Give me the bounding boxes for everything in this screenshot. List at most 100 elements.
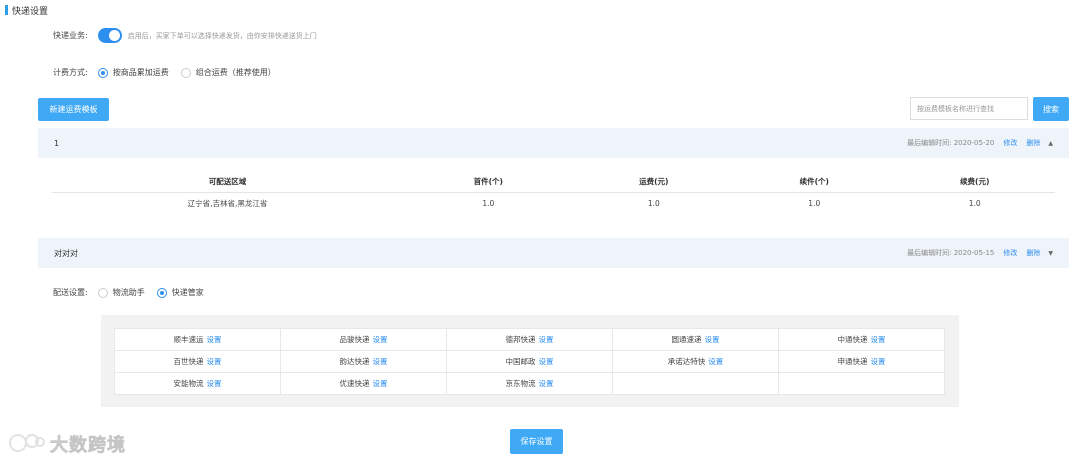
edit-template-link[interactable]: 修改 [1003,248,1017,258]
template-search-input[interactable]: 按运费模板名称进行查找 [910,97,1028,120]
carrier-set-link[interactable]: 设置 [207,379,222,388]
carrier-row: 百世快递 设置 韵达快递 设置 中国邮政 设置 承诺达特快 设置 申通快递 设置 [114,350,945,373]
carrier-set-link[interactable]: 设置 [539,335,554,344]
table-cell: 1.0 [647,198,660,208]
carrier-name: 优速快递 [339,379,370,388]
carrier-cell-empty [778,372,945,395]
carrier-set-link[interactable]: 设置 [539,357,554,366]
carrier-set-link[interactable]: 设置 [871,357,886,366]
template-header-2[interactable]: 对对对 最后编辑时间: 2020-05-15 修改 删除 ▼ [38,238,1069,268]
column-header: 可配送区域 [52,172,404,193]
carrier-set-link[interactable]: 设置 [373,357,388,366]
billing-method-row: 计费方式: 按商品累加运费 组合运费（推荐使用） [53,67,288,78]
carrier-cell: 优速快递 设置 [280,372,447,395]
carrier-cell: 中通快递 设置 [778,328,945,351]
express-service-toggle[interactable] [97,28,122,43]
template-edited-time: 最后编辑时间: 2020-05-20 [907,139,995,147]
rate-table-header: 可配送区域 首件(个) 运费(元) 续件(个) 续费(元) [52,172,1055,193]
template-header-1[interactable]: 1 最后编辑时间: 2020-05-20 修改 删除 ▲ [38,128,1069,158]
delete-template-link[interactable]: 删除 [1026,248,1040,258]
title-accent-bar [5,5,8,15]
carrier-cell: 百世快递 设置 [114,350,281,373]
carrier-row: 安能物流 设置 优速快递 设置 京东物流 设置 [114,372,945,395]
toggle-knob [108,30,120,41]
table-cell: 1.0 [482,198,495,208]
delivery-option-logistics-assistant-label: 物流助手 [112,288,145,297]
carrier-cell-empty [612,372,779,395]
delivery-option-express-manager-label: 快递管家 [171,288,204,297]
edit-template-link[interactable]: 修改 [1003,138,1017,148]
express-service-hint: 启用后，买家下单可以选择快递发货，由你安排快递送货上门 [127,31,317,40]
watermark: 大数跨境 [8,431,126,457]
carrier-cell: 顺丰速运 设置 [114,328,281,351]
search-button[interactable]: 搜索 [1033,97,1069,121]
rate-table: 可配送区域 首件(个) 运费(元) 续件(个) 续费(元) 辽宁省,吉林省,黑龙… [52,172,1055,214]
carrier-set-link[interactable]: 设置 [207,335,222,344]
carrier-name: 承诺达特快 [667,357,706,366]
billing-option-cumulative[interactable]: 按商品累加运费 [97,67,169,78]
carrier-name: 申通快递 [837,357,868,366]
carrier-set-link[interactable]: 设置 [373,379,388,388]
column-header: 续费(元) [894,172,1055,193]
billing-option-combined[interactable]: 组合运费（推荐使用） [180,67,276,78]
billing-option-combined-label: 组合运费（推荐使用） [195,68,276,77]
table-cell: 1.0 [808,198,821,208]
chevron-up-icon[interactable]: ▲ [1048,140,1053,147]
carrier-cell: 申通快递 设置 [778,350,945,373]
template-edited-time: 最后编辑时间: 2020-05-15 [907,249,995,257]
carrier-cell: 京东物流 设置 [446,372,613,395]
carrier-cell: 中国邮政 设置 [446,350,613,373]
radio-icon[interactable] [156,287,167,298]
column-header: 续件(个) [734,172,895,193]
chevron-down-icon[interactable]: ▼ [1048,250,1053,257]
carrier-name: 顺丰速运 [173,335,204,344]
table-cell: 辽宁省,吉林省,黑龙江省 [187,198,268,208]
carrier-name: 品骏快递 [339,335,370,344]
column-header: 运费(元) [573,172,735,193]
carrier-name: 京东物流 [505,379,536,388]
carrier-name: 百世快递 [173,357,204,366]
carrier-name: 中国邮政 [505,357,536,366]
carrier-set-link[interactable]: 设置 [708,357,723,366]
carrier-cell: 安能物流 设置 [114,372,281,395]
template-meta: 最后编辑时间: 2020-05-20 修改 删除 ▲ [907,128,1053,158]
table-cell: 1.0 [968,198,981,208]
carrier-set-link[interactable]: 设置 [539,379,554,388]
column-header: 首件(个) [403,172,574,193]
page-title: 快递设置 [5,4,49,17]
carrier-cell: 圆通速递 设置 [612,328,779,351]
carrier-cell: 德邦快递 设置 [446,328,613,351]
save-settings-button[interactable]: 保存设置 [510,429,563,454]
radio-icon[interactable] [97,67,108,78]
carrier-row: 顺丰速运 设置 品骏快递 设置 德邦快递 设置 圆通速递 设置 中通快递 设置 [114,328,945,351]
delivery-setting-row: 配送设置: 物流助手 快递管家 [53,287,216,298]
express-service-row: 快递业务: 启用后，买家下单可以选择快递发货，由你安排快递送货上门 [53,28,317,43]
carrier-cell: 品骏快递 设置 [280,328,447,351]
billing-option-cumulative-label: 按商品累加运费 [112,68,169,77]
carrier-name: 圆通速递 [671,335,702,344]
carrier-name: 德邦快递 [505,335,536,344]
delivery-option-logistics-assistant[interactable]: 物流助手 [97,287,145,298]
carrier-name: 韵达快递 [339,357,370,366]
page-title-text: 快递设置 [12,6,49,17]
carrier-set-link[interactable]: 设置 [373,335,388,344]
carrier-cell: 承诺达特快 设置 [612,350,779,373]
delivery-option-express-manager[interactable]: 快递管家 [156,287,204,298]
radio-icon[interactable] [97,287,108,298]
watermark-logo-icon [9,434,45,452]
new-template-button[interactable]: 新建运费模板 [38,98,109,121]
carrier-name: 安能物流 [173,379,204,388]
express-service-label: 快递业务: [53,31,88,40]
carrier-panel: 顺丰速运 设置 品骏快递 设置 德邦快递 设置 圆通速递 设置 中通快递 设置 百世快递设… [101,315,959,407]
radio-icon[interactable] [180,67,191,78]
template-meta: 最后编辑时间: 2020-05-15 修改 删除 ▼ [907,238,1053,268]
carrier-set-link[interactable]: 设置 [871,335,886,344]
carrier-cell: 韵达快递 设置 [280,350,447,373]
template-name: 对对对 [54,248,78,258]
carrier-grid: 顺丰速运 设置 品骏快递 设置 德邦快递 设置 圆通速递 设置 中通快递 设置 百世快递设… [114,328,945,395]
delivery-setting-label: 配送设置: [53,288,88,297]
carrier-set-link[interactable]: 设置 [207,357,222,366]
delete-template-link[interactable]: 删除 [1026,138,1040,148]
carrier-name: 中通快递 [837,335,868,344]
carrier-set-link[interactable]: 设置 [705,335,720,344]
